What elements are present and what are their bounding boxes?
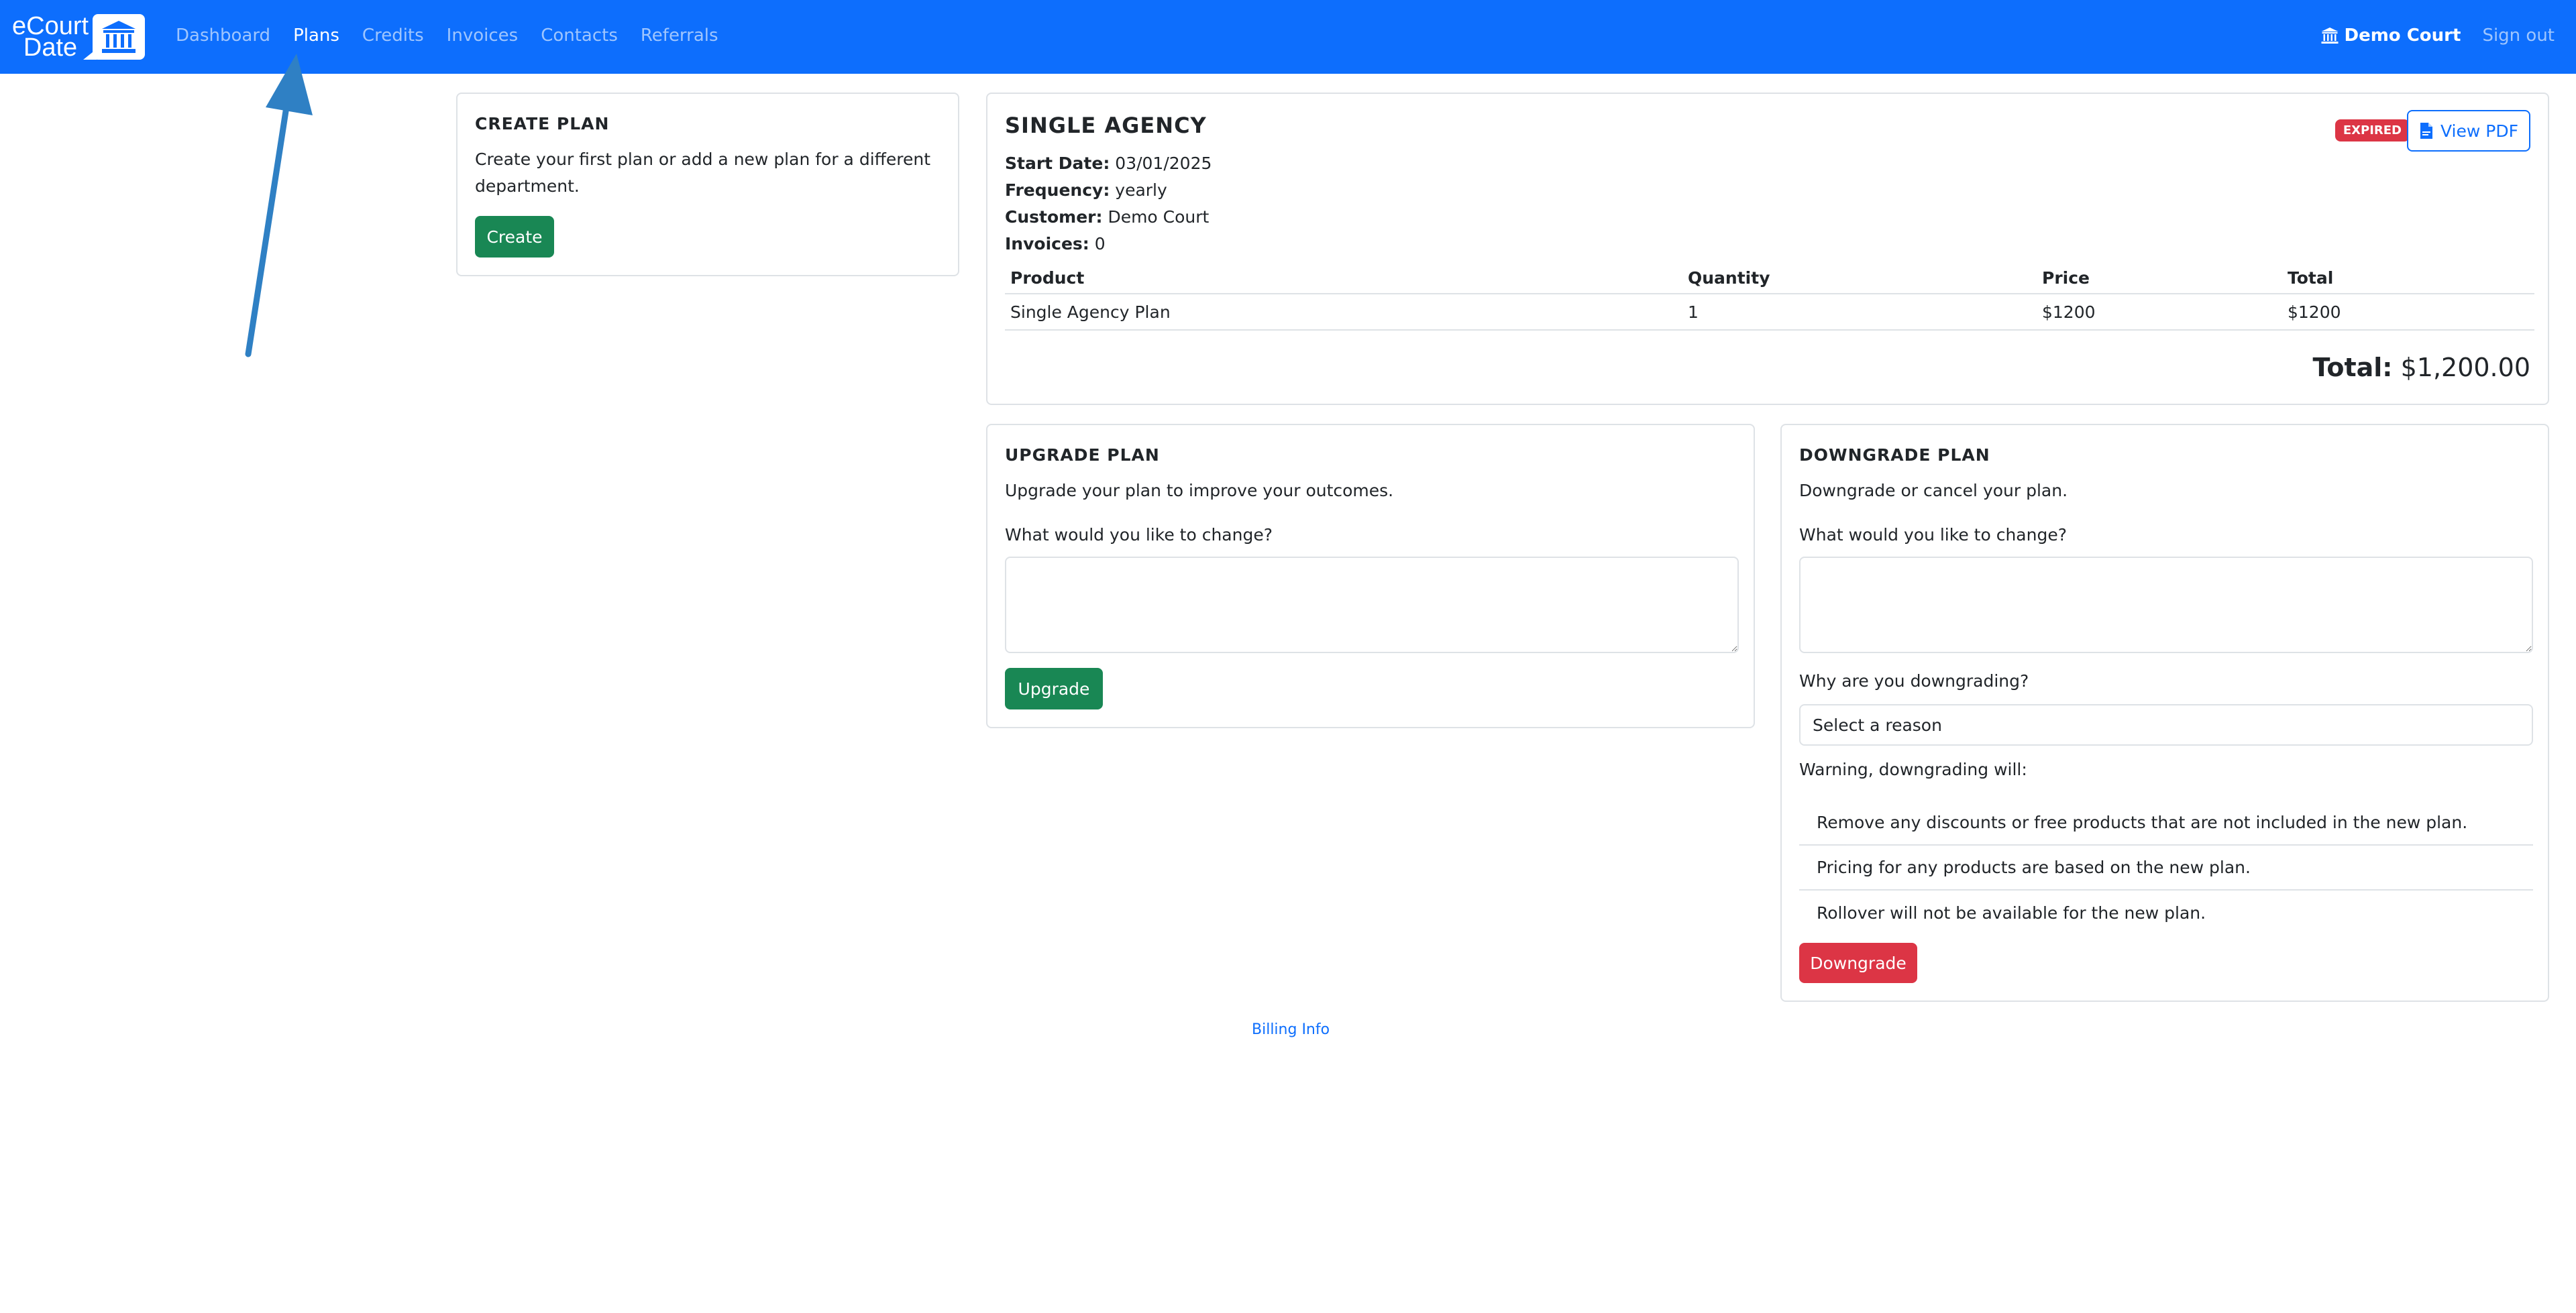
brand-text: eCourt Date bbox=[12, 12, 89, 62]
billing-info-link[interactable]: Billing Info bbox=[1252, 1021, 1330, 1038]
courthouse-icon bbox=[2321, 27, 2338, 44]
upgrade-plan-title: UPGRADE PLAN bbox=[1005, 445, 1160, 465]
downgrade-question-label: What would you like to change? bbox=[1799, 525, 2067, 545]
nav-dashboard[interactable]: Dashboard bbox=[176, 25, 270, 46]
downgrade-button[interactable]: Downgrade bbox=[1799, 943, 1917, 983]
downgrade-reason-label: Why are you downgrading? bbox=[1799, 671, 2029, 691]
plan-total: Total: $1,200.00 bbox=[2312, 353, 2530, 382]
column-price: Price bbox=[2037, 263, 2282, 294]
table-header-row: Product Quantity Price Total bbox=[1005, 263, 2534, 294]
nav-credits[interactable]: Credits bbox=[362, 25, 424, 46]
nav-right: Demo Court Sign out bbox=[2320, 25, 2555, 46]
plan-invoices: Invoices: 0 bbox=[1005, 234, 1106, 253]
downgrade-reason-select[interactable]: Select a reason bbox=[1799, 704, 2533, 746]
nav-invoices[interactable]: Invoices bbox=[447, 25, 519, 46]
column-product: Product bbox=[1005, 263, 1682, 294]
nav-plans[interactable]: Plans bbox=[293, 25, 339, 46]
upgrade-button[interactable]: Upgrade bbox=[1005, 668, 1103, 709]
main-nav: Dashboard Plans Credits Invoices Contact… bbox=[176, 25, 741, 46]
create-plan-text: Create your first plan or add a new plan… bbox=[475, 150, 931, 196]
brand-logo[interactable]: eCourt Date bbox=[12, 12, 146, 62]
upgrade-plan-text: Upgrade your plan to improve your outcom… bbox=[1005, 481, 1394, 500]
create-plan-card: CREATE PLAN Create your first plan or ad… bbox=[456, 93, 959, 276]
cell-price: $1200 bbox=[2037, 294, 2282, 331]
downgrade-change-textarea[interactable] bbox=[1799, 557, 2533, 653]
table-row: Single Agency Plan 1 $1200 $1200 bbox=[1005, 294, 2534, 331]
nav-referrals[interactable]: Referrals bbox=[641, 25, 718, 46]
downgrade-warning-list: Remove any discounts or free products th… bbox=[1799, 801, 2533, 935]
cell-quantity: 1 bbox=[1682, 294, 2037, 331]
courthouse-icon bbox=[83, 14, 146, 60]
downgrade-plan-title: DOWNGRADE PLAN bbox=[1799, 445, 1990, 465]
column-quantity: Quantity bbox=[1682, 263, 2037, 294]
products-table: Product Quantity Price Total Single Agen… bbox=[1005, 263, 2534, 331]
downgrade-warning-label: Warning, downgrading will: bbox=[1799, 760, 2027, 779]
cell-product: Single Agency Plan bbox=[1005, 294, 1682, 331]
pdf-file-icon bbox=[2420, 123, 2432, 139]
view-pdf-label: View PDF bbox=[2440, 121, 2518, 141]
cell-total: $1200 bbox=[2282, 294, 2534, 331]
status-badge: EXPIRED bbox=[2334, 119, 2410, 141]
plan-customer: Customer: Demo Court bbox=[1005, 207, 1210, 227]
list-item: Pricing for any products are based on th… bbox=[1799, 846, 2533, 891]
downgrade-plan-card: DOWNGRADE PLAN Downgrade or cancel your … bbox=[1780, 424, 2549, 1002]
plan-frequency: Frequency: yearly bbox=[1005, 180, 1167, 200]
plan-detail-card: SINGLE AGENCY EXPIRED View PDF Start Dat… bbox=[986, 93, 2549, 405]
create-button[interactable]: Create bbox=[475, 216, 554, 258]
plan-title: SINGLE AGENCY bbox=[1005, 113, 1207, 138]
upgrade-plan-card: UPGRADE PLAN Upgrade your plan to improv… bbox=[986, 424, 1755, 728]
create-plan-title: CREATE PLAN bbox=[475, 114, 610, 133]
column-total: Total bbox=[2282, 263, 2534, 294]
upgrade-question-label: What would you like to change? bbox=[1005, 525, 1273, 545]
downgrade-reason-value: Select a reason bbox=[1813, 715, 1942, 735]
list-item: Rollover will not be available for the n… bbox=[1817, 903, 2206, 923]
nav-contacts[interactable]: Contacts bbox=[541, 25, 618, 46]
court-menu[interactable]: Demo Court bbox=[2320, 25, 2461, 46]
sign-out-link[interactable]: Sign out bbox=[2482, 25, 2555, 46]
top-navbar: eCourt Date Dashboard Plans Credits Invo… bbox=[0, 0, 2576, 74]
upgrade-change-textarea[interactable] bbox=[1005, 557, 1739, 653]
view-pdf-button[interactable]: View PDF bbox=[2407, 110, 2530, 152]
list-item: Remove any discounts or free products th… bbox=[1799, 801, 2533, 846]
court-name: Demo Court bbox=[2344, 25, 2461, 46]
downgrade-plan-text: Downgrade or cancel your plan. bbox=[1799, 481, 2068, 500]
plan-start-date: Start Date: 03/01/2025 bbox=[1005, 154, 1212, 173]
